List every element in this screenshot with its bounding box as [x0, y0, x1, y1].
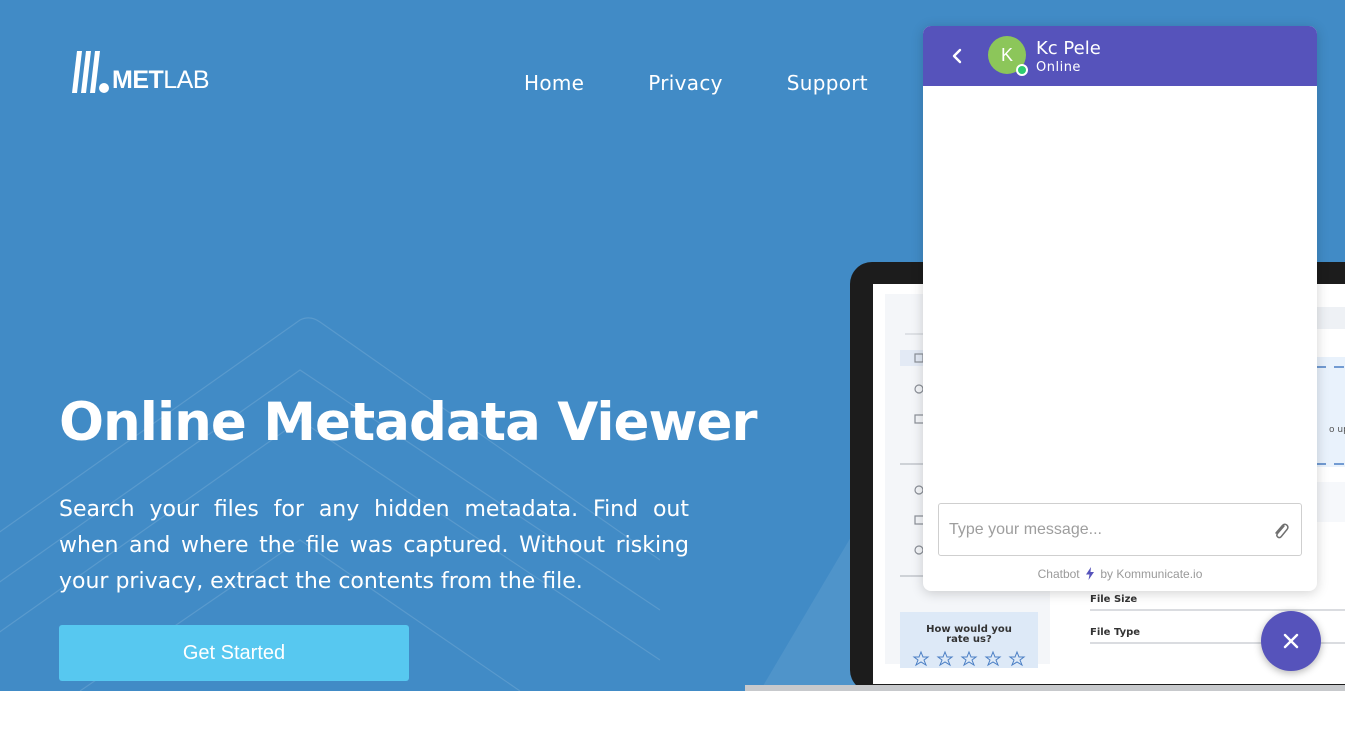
nav-support-link[interactable]: Support — [787, 71, 868, 95]
close-icon — [1283, 633, 1299, 649]
powered-by: Chatbot by Kommunicate.io — [923, 567, 1317, 581]
logo-text: METLAB — [112, 66, 210, 94]
powered-suffix[interactable]: by Kommunicate.io — [1100, 567, 1202, 581]
hero-title: Online Metadata Viewer — [59, 392, 758, 453]
online-indicator — [1016, 64, 1028, 76]
laptop-file-type-label: File Type — [1090, 627, 1140, 638]
logo-text-light: LAB — [163, 66, 210, 94]
lightning-icon — [1085, 567, 1094, 580]
chat-widget: K Kc Pele Online Chatbot by Kommunicate.… — [923, 26, 1317, 591]
close-chat-button[interactable] — [1261, 611, 1321, 671]
agent-avatar: K — [988, 36, 1028, 76]
agent-initial: K — [1000, 44, 1013, 65]
message-input[interactable] — [949, 518, 1259, 542]
main-nav: Home Privacy Support — [524, 71, 868, 95]
back-button[interactable] — [945, 44, 969, 68]
message-input-box — [938, 503, 1302, 556]
nav-home-link[interactable]: Home — [524, 71, 584, 95]
laptop-file-size-label: File Size — [1090, 594, 1137, 605]
paperclip-icon[interactable] — [1271, 520, 1291, 542]
laptop-rate-title-line2: rate us? — [946, 634, 992, 645]
nav-privacy-link[interactable]: Privacy — [648, 71, 723, 95]
laptop-upload-hint: o upl — [1329, 425, 1345, 435]
agent-status: Online — [1036, 60, 1081, 75]
chat-header: K Kc Pele Online — [923, 26, 1317, 86]
powered-prefix: Chatbot — [1037, 567, 1080, 581]
logo-mark-icon — [72, 51, 109, 93]
logo[interactable]: METLAB — [70, 51, 210, 94]
get-started-button[interactable]: Get Started — [59, 625, 409, 681]
hero-description: Search your files for any hidden metadat… — [59, 497, 689, 594]
agent-name: Kc Pele — [1036, 38, 1101, 59]
chevron-left-icon — [952, 48, 962, 64]
logo-text-bold: MET — [112, 66, 164, 94]
